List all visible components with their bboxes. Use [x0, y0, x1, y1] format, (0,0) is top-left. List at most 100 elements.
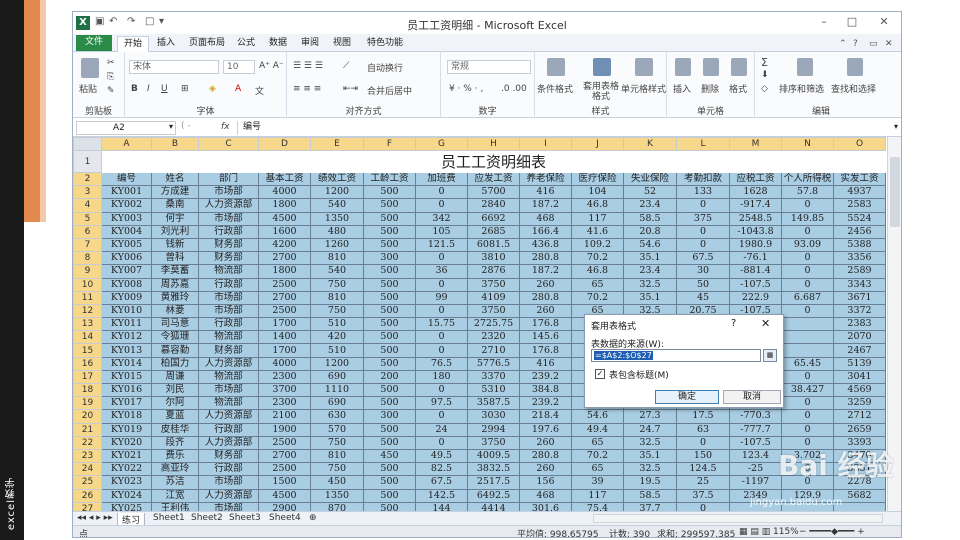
cell-styles-icon[interactable] [635, 58, 653, 76]
data-cell[interactable]: 510 [310, 317, 364, 332]
header-cell[interactable]: 绩效工资 [310, 171, 364, 187]
data-cell[interactable]: KY020 [101, 435, 152, 450]
fill-icon[interactable]: ⬇ [761, 70, 769, 80]
dialog-close-icon[interactable]: ✕ [761, 317, 770, 330]
data-cell[interactable]: 市场部 [198, 211, 259, 226]
data-cell[interactable]: 35.1 [623, 448, 677, 464]
data-cell[interactable]: 239.2 [519, 396, 572, 411]
column-header[interactable]: M [729, 137, 782, 151]
data-cell[interactable]: 124.5 [676, 462, 730, 477]
row-header[interactable]: 20 [73, 409, 102, 424]
data-cell[interactable]: 5776.5 [467, 356, 520, 371]
data-cell[interactable]: 468 [519, 488, 572, 503]
column-header[interactable]: N [781, 137, 834, 151]
data-cell[interactable]: KY014 [101, 356, 152, 371]
data-cell[interactable]: 180 [415, 369, 468, 385]
data-cell[interactable]: KY023 [101, 475, 152, 490]
data-cell[interactable]: 5139 [833, 356, 886, 371]
data-cell[interactable]: 2583 [833, 198, 886, 213]
data-cell[interactable]: KY005 [101, 237, 152, 253]
data-cell[interactable]: 2070 [833, 330, 886, 345]
data-cell[interactable]: 420 [310, 330, 364, 345]
data-cell[interactable]: 1980.9 [729, 237, 782, 253]
data-cell[interactable]: KY017 [101, 396, 152, 411]
data-cell[interactable]: 20.8 [623, 224, 677, 239]
tab-review[interactable]: 审阅 [295, 36, 325, 52]
data-cell[interactable]: 500 [363, 435, 416, 450]
data-cell[interactable]: 149.85 [781, 211, 834, 226]
data-cell[interactable]: 林菱 [151, 303, 199, 319]
data-cell[interactable]: 500 [363, 277, 416, 292]
data-cell[interactable]: 3587.5 [467, 396, 520, 411]
data-cell[interactable]: 人力资源部 [198, 435, 259, 450]
column-header[interactable]: L [676, 137, 730, 151]
data-cell[interactable]: 6.687 [781, 290, 834, 305]
data-cell[interactable]: 280.8 [519, 290, 572, 305]
data-cell[interactable]: 3356 [833, 251, 886, 266]
data-cell[interactable]: KY009 [101, 290, 152, 305]
data-cell[interactable]: 65 [571, 277, 624, 292]
data-cell[interactable]: 0 [676, 237, 730, 253]
data-cell[interactable]: 2712 [833, 409, 886, 424]
data-cell[interactable]: 23.4 [623, 198, 677, 213]
insert-cells-button[interactable]: 插入 [673, 82, 691, 95]
data-cell[interactable]: 19.5 [623, 475, 677, 490]
data-cell[interactable]: 342 [415, 211, 468, 226]
format-as-table-icon[interactable] [593, 58, 611, 76]
data-cell[interactable]: 65 [571, 435, 624, 450]
data-cell[interactable]: 45 [676, 290, 730, 305]
data-cell[interactable]: 0 [781, 396, 834, 411]
data-cell[interactable]: 市场部 [198, 303, 259, 319]
data-cell[interactable]: 25 [676, 475, 730, 490]
row-header[interactable]: 23 [73, 448, 102, 464]
column-header[interactable]: J [571, 137, 624, 151]
data-cell[interactable]: 156 [519, 475, 572, 490]
data-cell[interactable]: 58.5 [623, 211, 677, 226]
data-cell[interactable]: 4500 [258, 488, 311, 503]
data-cell[interactable]: 财务部 [198, 448, 259, 464]
data-cell[interactable]: 夏蓝 [151, 409, 199, 424]
row-header[interactable]: 22 [73, 435, 102, 450]
sheet-tab-sheet2[interactable]: Sheet2 [191, 513, 223, 523]
formula-expand-icon[interactable]: ( - [181, 121, 191, 131]
row-header[interactable]: 1 [73, 150, 102, 173]
data-cell[interactable]: 750 [310, 303, 364, 319]
row-header[interactable]: 12 [73, 303, 102, 319]
data-cell[interactable]: 260 [519, 303, 572, 319]
data-cell[interactable]: 500 [363, 224, 416, 239]
data-cell[interactable]: 3343 [833, 277, 886, 292]
data-cell[interactable]: 54.6 [571, 409, 624, 424]
data-cell[interactable]: 曾科 [151, 251, 199, 266]
header-cell[interactable]: 实发工资 [833, 171, 886, 187]
column-header[interactable]: C [198, 137, 259, 151]
dialog-help-icon[interactable]: ? [731, 318, 736, 329]
data-cell[interactable]: 1350 [310, 488, 364, 503]
data-cell[interactable]: 39 [571, 475, 624, 490]
data-cell[interactable]: 200 [363, 369, 416, 385]
currency-icon[interactable]: ¥ · % · , [449, 84, 483, 94]
row-header[interactable]: 10 [73, 277, 102, 292]
data-cell[interactable]: 63 [676, 422, 730, 437]
data-cell[interactable]: 133 [676, 185, 730, 200]
data-cell[interactable]: 2840 [467, 198, 520, 213]
format-cells-icon[interactable] [731, 58, 747, 76]
data-cell[interactable]: 65 [571, 462, 624, 477]
data-cell[interactable]: 0 [415, 382, 468, 398]
paste-button[interactable]: 粘贴 [79, 82, 97, 95]
tab-insert[interactable]: 插入 [151, 36, 181, 52]
tab-home[interactable]: 开始 [117, 36, 150, 52]
formula-bar-expand-icon[interactable]: ▾ [894, 122, 898, 131]
data-cell[interactable]: 4000 [258, 356, 311, 371]
data-cell[interactable]: KY006 [101, 251, 152, 266]
data-cell[interactable]: KY007 [101, 264, 152, 279]
header-cell[interactable]: 应发工资 [467, 171, 520, 187]
data-cell[interactable]: 2383 [833, 317, 886, 332]
row-header[interactable]: 19 [73, 396, 102, 411]
clear-icon[interactable]: ◇ [761, 84, 768, 94]
data-cell[interactable]: KY010 [101, 303, 152, 319]
header-cell[interactable]: 医疗保险 [571, 171, 624, 187]
tab-view[interactable]: 视图 [327, 36, 357, 52]
column-header[interactable]: H [467, 137, 520, 151]
data-cell[interactable]: 0 [415, 198, 468, 213]
format-cells-button[interactable]: 格式 [729, 82, 747, 95]
